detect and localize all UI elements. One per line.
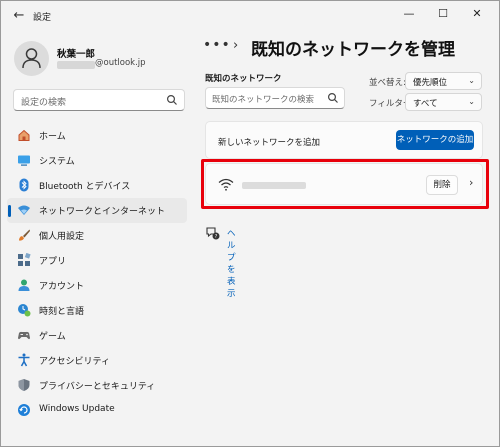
back-arrow-icon[interactable]: ← [10, 7, 28, 25]
sidebar-item-label: 個人用設定 [39, 232, 85, 242]
filter-value: すべて [413, 99, 438, 109]
sidebar-item-personalization[interactable]: 個人用設定 [7, 223, 187, 248]
sidebar-item-accessibility[interactable]: アクセシビリティ [7, 348, 187, 373]
known-networks-search-placeholder: 既知のネットワークの検索 [212, 95, 315, 105]
apps-icon [18, 253, 31, 266]
user-email: @outlook.jp [95, 58, 146, 68]
window-title: 設定 [33, 13, 52, 23]
avatar[interactable] [14, 41, 49, 76]
network-icon [18, 205, 30, 215]
filter-dropdown[interactable]: すべて ⌄ [405, 93, 482, 111]
search-placeholder: 設定の検索 [21, 98, 67, 108]
system-icon [18, 155, 30, 166]
help-icon: ? [206, 227, 220, 240]
sidebar-item-bluetooth[interactable]: Bluetooth とデバイス [7, 173, 187, 198]
update-icon [18, 404, 30, 416]
settings-search-input[interactable]: 設定の検索 [13, 89, 185, 111]
search-icon [327, 92, 338, 103]
sidebar-item-accounts[interactable]: アカウント [7, 273, 187, 298]
sort-dropdown[interactable]: 優先順位 ⌄ [405, 72, 482, 90]
sidebar-item-network[interactable]: ネットワークとインターネット [7, 198, 187, 223]
sidebar-item-windows-update[interactable]: Windows Update [7, 398, 187, 423]
add-network-card: 新しいネットワークを追加 ネットワークの追加 [205, 121, 483, 159]
title-bar: ← 設定 — ☐ ✕ [1, 1, 499, 31]
sort-value: 優先順位 [413, 78, 448, 88]
sidebar-item-label: アカウント [39, 282, 85, 292]
active-indicator [8, 205, 11, 217]
sidebar-item-label: プライバシーとセキュリティ [39, 382, 156, 392]
breadcrumb-overflow-button[interactable]: ••• [203, 37, 231, 53]
bluetooth-icon [19, 178, 29, 192]
chevron-right-icon: › [233, 38, 239, 53]
chevron-down-icon: ⌄ [468, 97, 475, 106]
help-label: ヘルプを表示 [227, 229, 236, 299]
sidebar-item-privacy[interactable]: プライバシーとセキュリティ [7, 373, 187, 398]
minimize-button[interactable]: — [395, 4, 423, 24]
sort-label: 並べ替え: [369, 78, 406, 88]
brush-icon [19, 229, 30, 241]
sidebar-nav: ホーム システム Bluetooth とデバイス ネットワークとインターネット [7, 123, 187, 423]
chevron-down-icon: ⌄ [468, 76, 475, 85]
sidebar-item-label: Bluetooth とデバイス [39, 182, 131, 192]
sidebar-item-apps[interactable]: アプリ [7, 248, 187, 273]
home-icon [18, 129, 30, 141]
sidebar-item-label: アクセシビリティ [39, 357, 111, 367]
page-title: 既知のネットワークを管理 [251, 40, 455, 60]
sidebar-item-label: Windows Update [39, 404, 115, 414]
user-name: 秋葉一郎 [57, 49, 96, 60]
sidebar-item-label: ホーム [39, 132, 66, 142]
sidebar-item-system[interactable]: システム [7, 148, 187, 173]
sidebar-item-label: アプリ [39, 257, 67, 267]
close-button[interactable]: ✕ [463, 4, 491, 24]
account-icon [18, 279, 30, 291]
sidebar-item-label: ゲーム [39, 332, 66, 342]
settings-window: ← 設定 — ☐ ✕ 秋葉一郎 @outlook.jp 設定の検索 ホーム シス… [0, 0, 500, 447]
person-icon [22, 48, 41, 69]
search-icon [166, 94, 177, 105]
sidebar-item-label: システム [39, 157, 75, 167]
sidebar-item-label: ネットワークとインターネット [39, 207, 166, 217]
clock-language-icon [18, 304, 31, 317]
maximize-button[interactable]: ☐ [429, 4, 457, 24]
accessibility-icon [18, 353, 30, 367]
email-redaction [57, 61, 95, 69]
svg-text:?: ? [215, 234, 218, 240]
add-network-label: 新しいネットワークを追加 [218, 138, 321, 148]
add-network-button[interactable]: ネットワークの追加 [396, 130, 474, 150]
highlight-box [201, 159, 489, 209]
shield-icon [18, 379, 30, 391]
sidebar-item-gaming[interactable]: ゲーム [7, 323, 187, 348]
sidebar-item-time-language[interactable]: 時刻と言語 [7, 298, 187, 323]
sidebar-item-home[interactable]: ホーム [7, 123, 187, 148]
game-icon [18, 331, 30, 340]
known-networks-label: 既知のネットワーク [205, 74, 282, 84]
sidebar-item-label: 時刻と言語 [39, 307, 85, 317]
known-networks-search-input[interactable]: 既知のネットワークの検索 [205, 87, 345, 109]
